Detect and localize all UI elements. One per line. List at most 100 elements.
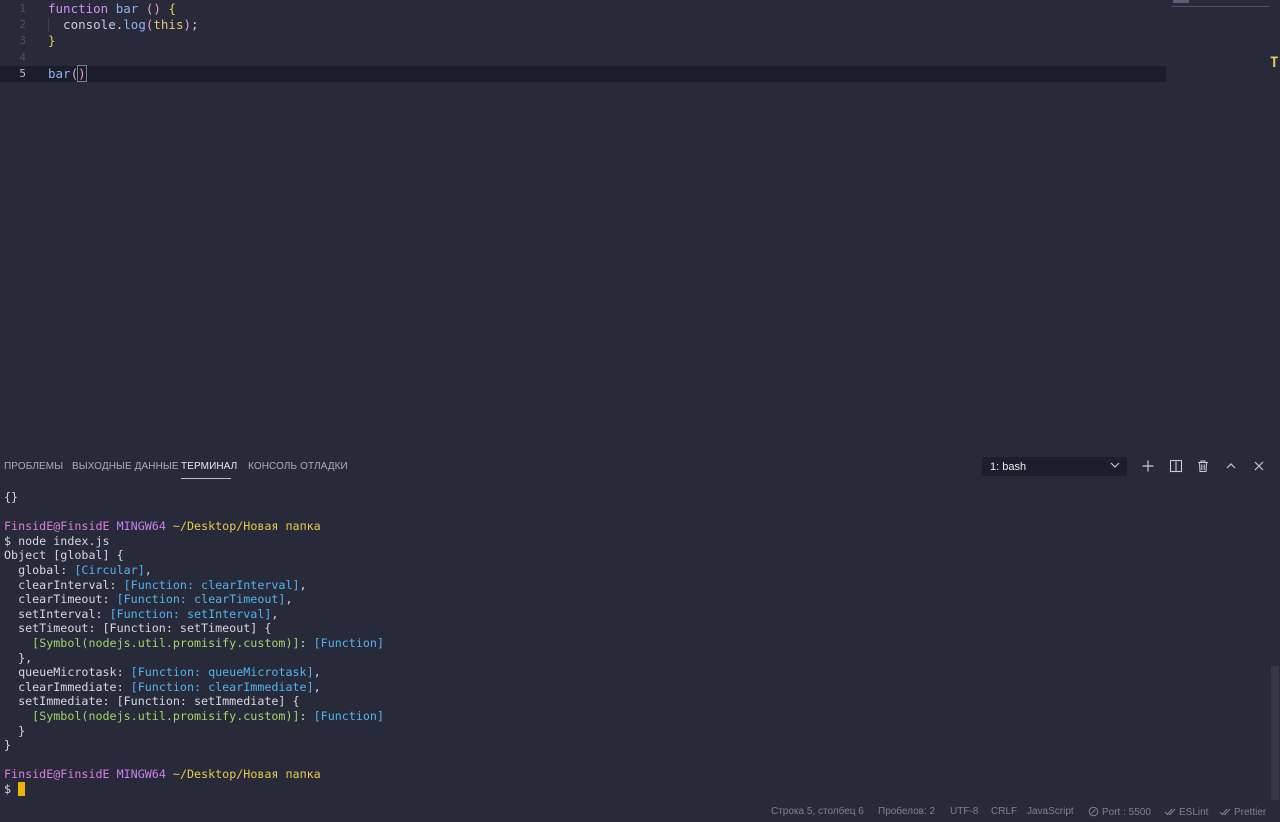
terminal-text: , (271, 606, 279, 621)
terminal-text: [Function: clearInterval] (123, 577, 300, 592)
code-line[interactable]: 3} (0, 33, 1166, 49)
terminal-text: [Symbol(nodejs.util.promisify.custom)] (32, 635, 300, 650)
terminal-text: setTimeout: [Function: setTimeout] { (4, 621, 272, 636)
minimap-slider[interactable] (1173, 0, 1189, 3)
terminal-text: [Function: clearImmediate] (130, 679, 314, 694)
line-number: 5 (19, 67, 26, 80)
broadcast-icon (1088, 806, 1099, 817)
tab-problems[interactable]: ПРОБЛЕМЫ (4, 461, 63, 472)
terminal-text: : (299, 635, 314, 650)
terminal-output[interactable]: {} FinsidE@FinsidE MINGW64 ~/Desktop/Нова… (4, 490, 1266, 800)
tab-debug-console[interactable]: КОНСОЛЬ ОТЛАДКИ (248, 461, 348, 472)
terminal-text: setImmediate: [Function: setImmediate] { (4, 694, 300, 709)
code-line[interactable]: 5 bar() (0, 65, 1166, 82)
terminal-scrollbar[interactable] (1271, 666, 1279, 800)
minimap[interactable] (1172, 6, 1270, 7)
terminal-text: {} (4, 490, 19, 504)
terminal-text: [Symbol(nodejs.util.promisify.custom)] (32, 708, 300, 723)
terminal-line: FinsidE@FinsidE MINGW64 ~/Desktop/Новая … (4, 519, 1266, 534)
terminal-line: } (4, 724, 1266, 739)
line-number: 3 (19, 34, 26, 47)
line-number: 2 (19, 18, 26, 31)
terminal-line: {} (4, 490, 1266, 505)
code-line[interactable]: 1 function bar () { (0, 1, 1166, 17)
code-token: } (48, 33, 56, 48)
vscode-window: T 1 function bar () {2 console.log(this);… (0, 0, 1280, 822)
eslint-status[interactable]: ESLint (1164, 806, 1208, 818)
terminal-text: MINGW64 (116, 519, 166, 534)
trash-icon[interactable] (1196, 459, 1210, 473)
terminal-text: $ node index.js (4, 533, 110, 548)
terminal-line: [Symbol(nodejs.util.promisify.custom)]: … (4, 709, 1266, 724)
terminal-line: clearInterval: [Function: clearInterval]… (4, 578, 1266, 593)
terminal-text: FinsidE@FinsidE (4, 519, 110, 534)
code-token: log (123, 17, 146, 32)
terminal-text: queueMicrotask: (4, 665, 131, 680)
terminal-text: , (313, 665, 321, 680)
terminal-text: , (144, 562, 152, 577)
close-icon[interactable] (1252, 459, 1266, 473)
code-token: bar (115, 1, 139, 16)
terminal-line: [Symbol(nodejs.util.promisify.custom)]: … (4, 636, 1266, 651)
indentation[interactable]: Пробелов: 2 (878, 806, 935, 817)
overview-ruler-cursor-mark: T (1270, 55, 1279, 71)
code-text: function bar () { (48, 1, 176, 17)
eslint-label: ESLint (1179, 807, 1209, 818)
language-mode[interactable]: JavaScript (1027, 806, 1074, 817)
terminal-line: }, (4, 651, 1266, 666)
code-line[interactable]: 2 console.log(this); (0, 17, 1166, 33)
terminal-selector[interactable]: 1: bash (982, 457, 1127, 476)
code-token: bar (48, 66, 71, 81)
terminal-text: ~/Desktop/Новая папка (172, 767, 321, 782)
terminal-text: global: (4, 562, 75, 577)
terminal-line: setTimeout: [Function: setTimeout] { (4, 621, 1266, 636)
terminal-text: } (4, 723, 26, 738)
code-token: this (153, 17, 184, 32)
tab-terminal[interactable]: ТЕРМИНАЛ (181, 461, 237, 472)
code-text: } (48, 33, 56, 49)
live-server-port[interactable]: Port : 5500 (1088, 806, 1151, 818)
terminal-text: : (299, 708, 314, 723)
code-token: ( (70, 66, 79, 81)
end-of-line[interactable]: CRLF (991, 806, 1017, 817)
split-terminal-icon[interactable] (1169, 459, 1183, 473)
terminal-line: clearTimeout: [Function: clearTimeout], (4, 592, 1266, 607)
terminal-line: $ (4, 781, 1266, 797)
chevron-up-icon[interactable] (1224, 459, 1238, 473)
code-token: ) (183, 17, 192, 32)
panel-tabs: ПРОБЛЕМЫ ВЫХОДНЫЕ ДАННЫЕ ТЕРМИНАЛ КОНСОЛ… (0, 452, 960, 482)
terminal-text: FinsidE@FinsidE (4, 767, 110, 782)
code-token: ; (191, 17, 199, 32)
terminal-text: $ (4, 781, 19, 796)
code-line[interactable]: 4 (0, 50, 1166, 66)
code-text: bar() (48, 65, 87, 82)
code-editor[interactable]: T 1 function bar () {2 console.log(this);… (0, 0, 1280, 452)
terminal-text: clearTimeout: (4, 592, 117, 607)
terminal-text: MINGW64 (116, 767, 166, 782)
plus-icon[interactable] (1141, 459, 1155, 473)
line-number: 4 (19, 51, 26, 64)
terminal-line: global: [Circular], (4, 563, 1266, 578)
terminal-line: Object [global] { (4, 548, 1266, 563)
terminal-text: [Function: setInterval] (109, 606, 272, 621)
terminal-text: [Circular] (74, 562, 145, 577)
terminal-text: Object [global] { (4, 548, 124, 563)
terminal-cursor (18, 781, 26, 796)
terminal-line: FinsidE@FinsidE MINGW64 ~/Desktop/Новая … (4, 767, 1266, 782)
terminal-text: [Function] (313, 635, 384, 650)
terminal-text: [Function: clearTimeout] (116, 592, 286, 607)
tab-output[interactable]: ВЫХОДНЫЕ ДАННЫЕ (72, 461, 179, 472)
prettier-status[interactable]: Prettier (1219, 806, 1266, 818)
encoding[interactable]: UTF-8 (950, 806, 978, 817)
port-label: Port : 5500 (1102, 807, 1151, 818)
terminal-text: [Function: queueMicrotask] (130, 665, 314, 680)
cursor-position[interactable]: Строка 5, столбец 6 (771, 806, 864, 817)
